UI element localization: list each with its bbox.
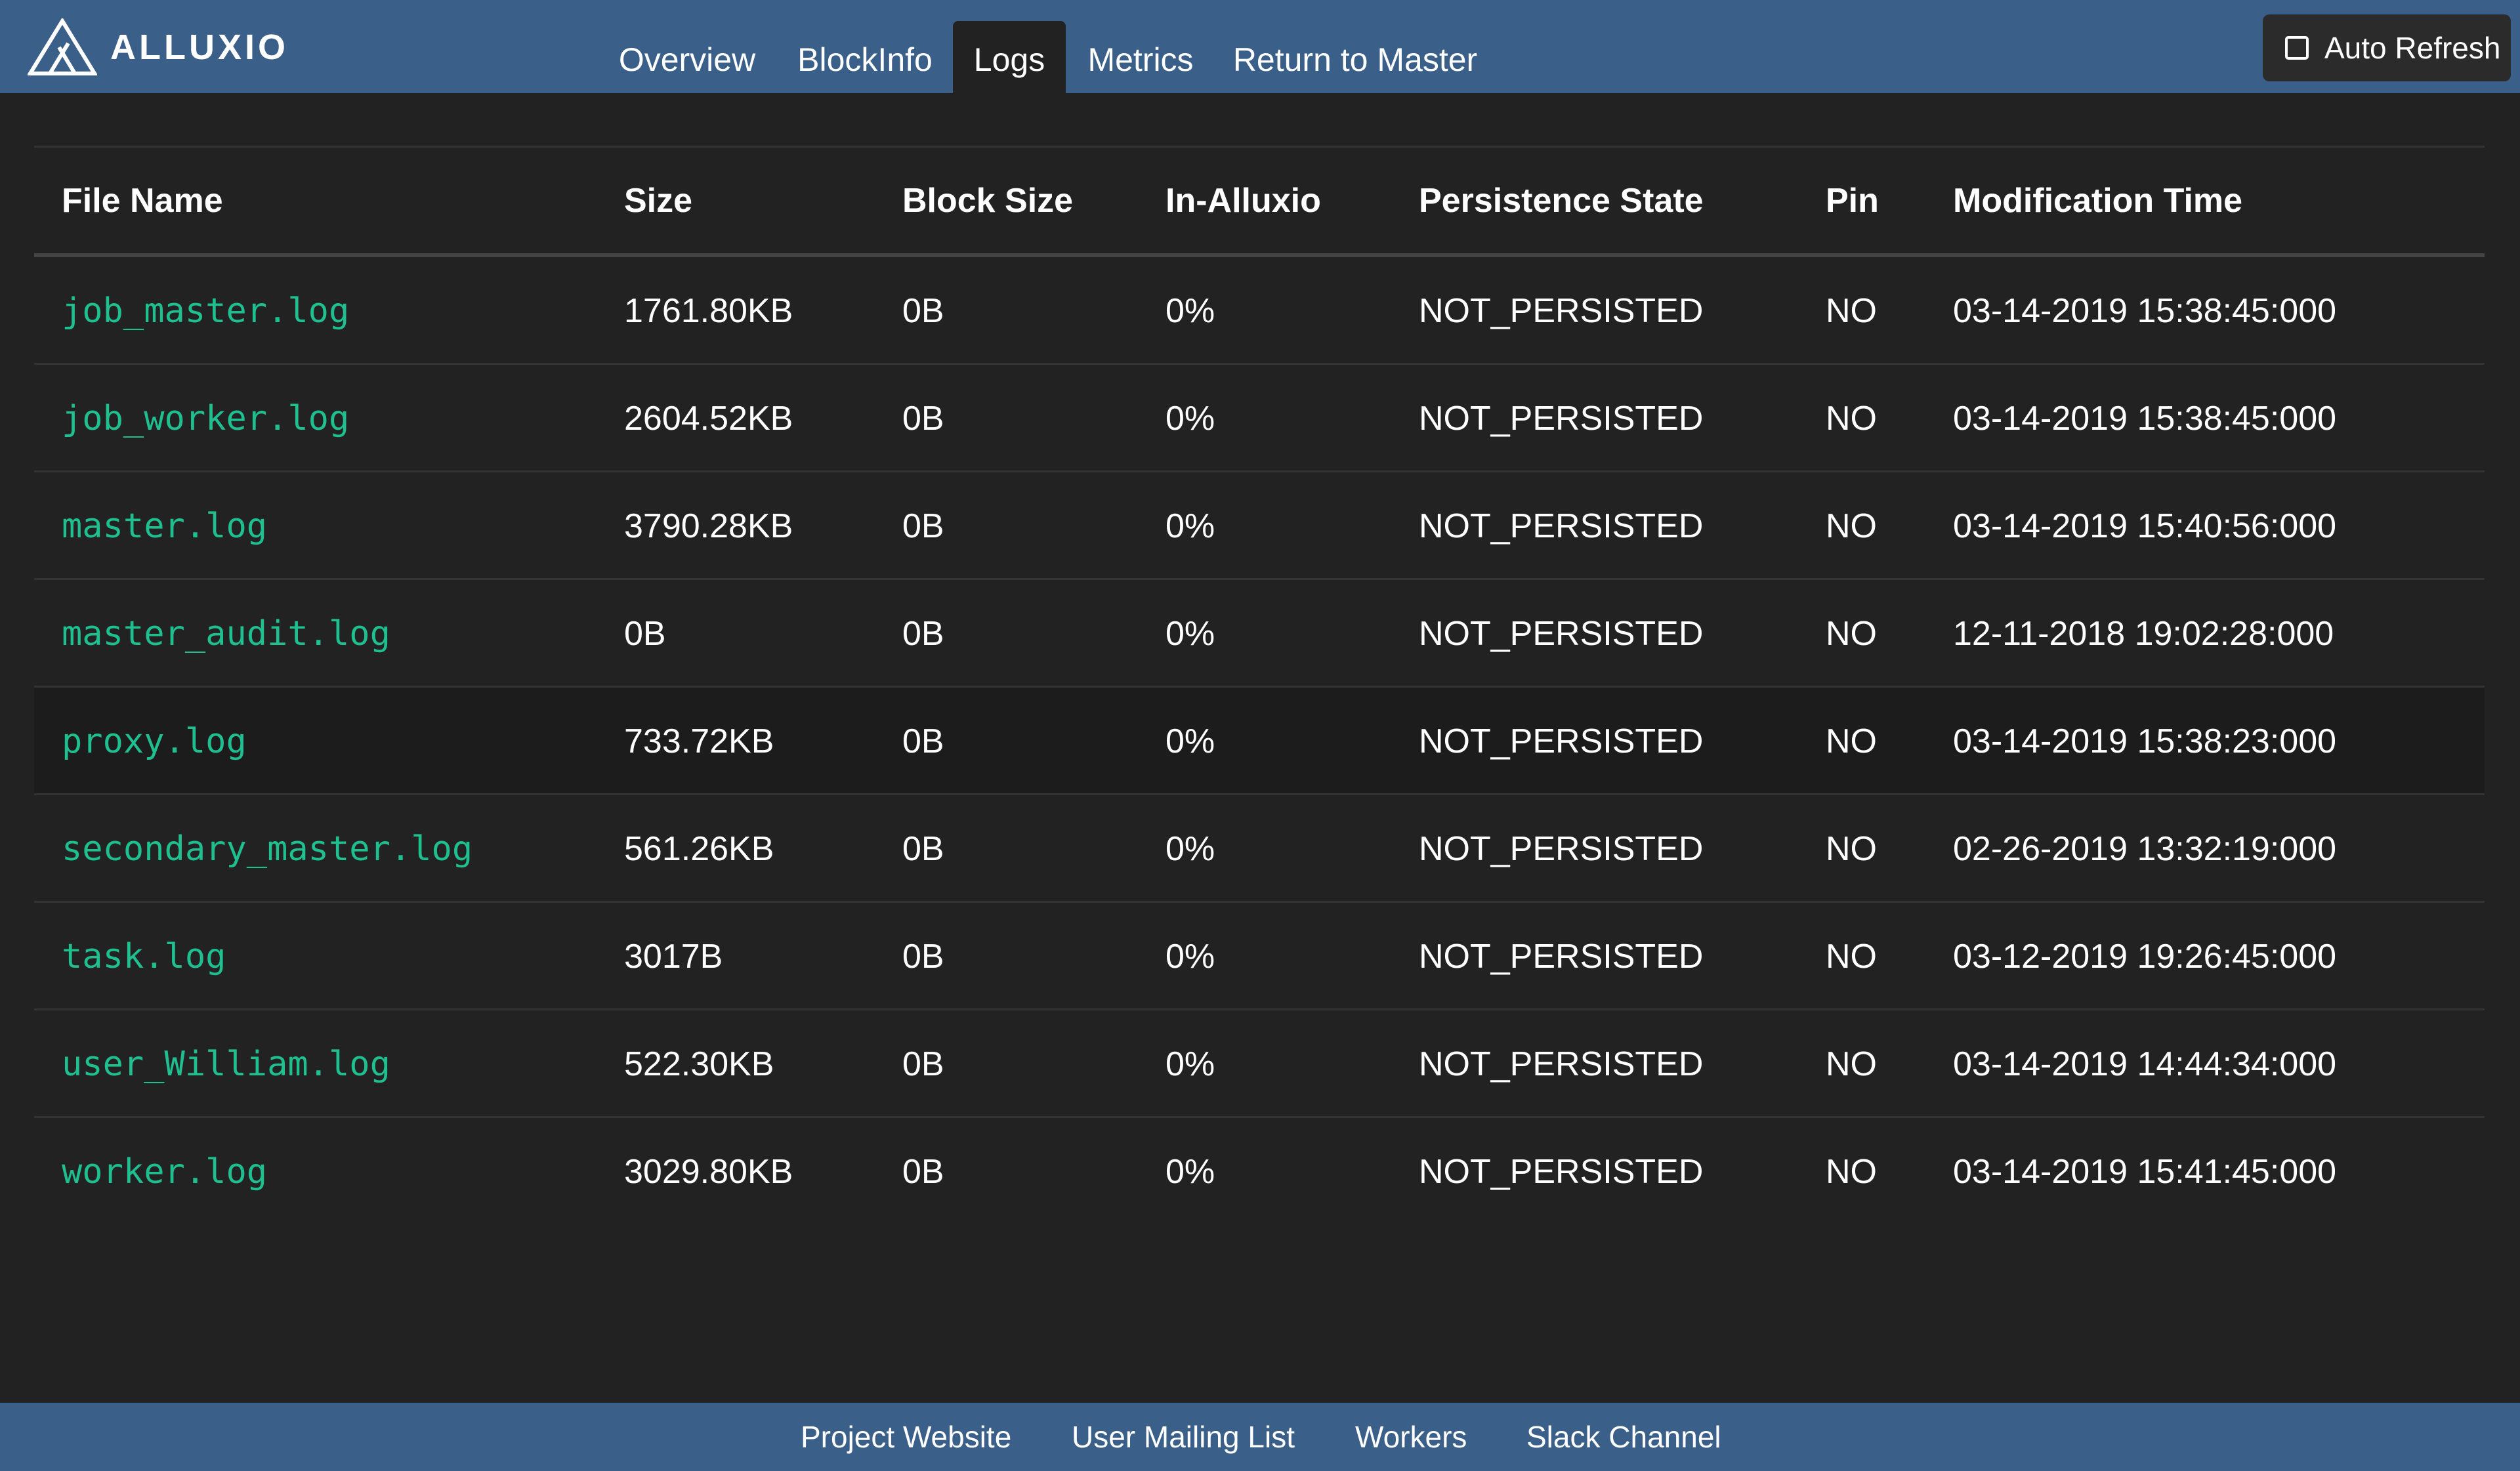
in-alluxio-percent: 0% bbox=[1166, 1045, 1215, 1083]
top-navbar: ALLUXIO Overview BlockInfo Logs Metrics … bbox=[0, 0, 2520, 93]
nav-metrics[interactable]: Metrics bbox=[1076, 21, 1205, 93]
file-name-link[interactable]: proxy.log bbox=[62, 688, 247, 795]
pin-status: NO bbox=[1826, 830, 1877, 868]
pin-status: NO bbox=[1826, 615, 1877, 653]
file-name-link[interactable]: worker.log bbox=[62, 1118, 267, 1226]
footer-link-workers[interactable]: Workers bbox=[1355, 1403, 1467, 1471]
alluxio-logo-icon bbox=[28, 18, 97, 75]
table-row: master.log 3790.28KB 0B 0% NOT_PERSISTED… bbox=[34, 472, 2485, 580]
nav-logs[interactable]: Logs bbox=[953, 21, 1066, 93]
pin-status: NO bbox=[1826, 292, 1877, 330]
header-file-name: File Name bbox=[62, 181, 223, 220]
pin-status: NO bbox=[1826, 507, 1877, 545]
in-alluxio-percent: 0% bbox=[1166, 615, 1215, 653]
header-block-size: Block Size bbox=[902, 181, 1074, 220]
footer-link-slack-channel[interactable]: Slack Channel bbox=[1526, 1403, 1721, 1471]
brand-name: ALLUXIO bbox=[110, 28, 289, 67]
persistence-state: NOT_PERSISTED bbox=[1419, 400, 1704, 438]
table-row: job_master.log 1761.80KB 0B 0% NOT_PERSI… bbox=[34, 257, 2485, 365]
modification-time: 02-26-2019 13:32:19:000 bbox=[1953, 830, 2337, 868]
footer-link-project-website[interactable]: Project Website bbox=[801, 1403, 1011, 1471]
block-size: 0B bbox=[902, 1045, 944, 1083]
pin-status: NO bbox=[1826, 1045, 1877, 1083]
modification-time: 03-14-2019 15:38:45:000 bbox=[1953, 400, 2337, 438]
modification-time: 03-14-2019 15:40:56:000 bbox=[1953, 507, 2337, 545]
pin-status: NO bbox=[1826, 400, 1877, 438]
file-name-link[interactable]: job_master.log bbox=[62, 257, 349, 365]
modification-time: 03-14-2019 14:44:34:000 bbox=[1953, 1045, 2337, 1083]
persistence-state: NOT_PERSISTED bbox=[1419, 938, 1704, 976]
persistence-state: NOT_PERSISTED bbox=[1419, 830, 1704, 868]
file-size: 3017B bbox=[624, 938, 723, 976]
in-alluxio-percent: 0% bbox=[1166, 938, 1215, 976]
table-row: secondary_master.log 561.26KB 0B 0% NOT_… bbox=[34, 795, 2485, 903]
file-size: 3790.28KB bbox=[624, 507, 793, 545]
header-persistence-state: Persistence State bbox=[1419, 181, 1704, 220]
header-in-alluxio: In-Alluxio bbox=[1166, 181, 1321, 220]
persistence-state: NOT_PERSISTED bbox=[1419, 292, 1704, 330]
table-row: master_audit.log 0B 0B 0% NOT_PERSISTED … bbox=[34, 580, 2485, 688]
file-name-link[interactable]: task.log bbox=[62, 903, 226, 1010]
block-size: 0B bbox=[902, 507, 944, 545]
header-modification-time: Modification Time bbox=[1953, 181, 2243, 220]
pin-status: NO bbox=[1826, 1153, 1877, 1191]
nav-blockinfo[interactable]: BlockInfo bbox=[788, 21, 942, 93]
file-size: 2604.52KB bbox=[624, 400, 793, 438]
file-name-link[interactable]: user_William.log bbox=[62, 1010, 390, 1118]
block-size: 0B bbox=[902, 400, 944, 438]
in-alluxio-percent: 0% bbox=[1166, 507, 1215, 545]
footer-bar: Project Website User Mailing List Worker… bbox=[0, 1403, 2520, 1471]
table-row: job_worker.log 2604.52KB 0B 0% NOT_PERSI… bbox=[34, 365, 2485, 472]
block-size: 0B bbox=[902, 615, 944, 653]
modification-time: 03-14-2019 15:41:45:000 bbox=[1953, 1153, 2337, 1191]
header-pin: Pin bbox=[1826, 181, 1879, 220]
persistence-state: NOT_PERSISTED bbox=[1419, 507, 1704, 545]
nav-return-to-master[interactable]: Return to Master bbox=[1221, 21, 1490, 93]
footer-link-user-mailing-list[interactable]: User Mailing List bbox=[1072, 1403, 1295, 1471]
table-row: worker.log 3029.80KB 0B 0% NOT_PERSISTED… bbox=[34, 1118, 2485, 1226]
file-name-link[interactable]: secondary_master.log bbox=[62, 795, 472, 903]
block-size: 0B bbox=[902, 1153, 944, 1191]
table-row: task.log 3017B 0B 0% NOT_PERSISTED NO 03… bbox=[34, 903, 2485, 1010]
in-alluxio-percent: 0% bbox=[1166, 400, 1215, 438]
file-size: 522.30KB bbox=[624, 1045, 774, 1083]
file-name-link[interactable]: master.log bbox=[62, 472, 267, 580]
modification-time: 03-12-2019 19:26:45:000 bbox=[1953, 938, 2337, 976]
file-size: 733.72KB bbox=[624, 722, 774, 760]
table-row: proxy.log 733.72KB 0B 0% NOT_PERSISTED N… bbox=[34, 688, 2485, 795]
persistence-state: NOT_PERSISTED bbox=[1419, 1045, 1704, 1083]
file-size: 561.26KB bbox=[624, 830, 774, 868]
persistence-state: NOT_PERSISTED bbox=[1419, 1153, 1704, 1191]
file-name-link[interactable]: master_audit.log bbox=[62, 580, 390, 688]
modification-time: 12-11-2018 19:02:28:000 bbox=[1953, 615, 2334, 653]
modification-time: 03-14-2019 15:38:23:000 bbox=[1953, 722, 2337, 760]
persistence-state: NOT_PERSISTED bbox=[1419, 615, 1704, 653]
log-files-table: File Name Size Block Size In-Alluxio Per… bbox=[34, 146, 2485, 1226]
pin-status: NO bbox=[1826, 722, 1877, 760]
auto-refresh-checkbox[interactable] bbox=[2285, 36, 2309, 60]
pin-status: NO bbox=[1826, 938, 1877, 976]
in-alluxio-percent: 0% bbox=[1166, 1153, 1215, 1191]
file-size: 1761.80KB bbox=[624, 292, 793, 330]
in-alluxio-percent: 0% bbox=[1166, 722, 1215, 760]
nav-overview[interactable]: Overview bbox=[605, 21, 769, 93]
file-name-link[interactable]: job_worker.log bbox=[62, 365, 349, 472]
brand-logo[interactable]: ALLUXIO bbox=[28, 18, 289, 76]
persistence-state: NOT_PERSISTED bbox=[1419, 722, 1704, 760]
auto-refresh-label: Auto Refresh bbox=[2324, 31, 2501, 65]
block-size: 0B bbox=[902, 830, 944, 868]
table-header-row: File Name Size Block Size In-Alluxio Per… bbox=[34, 148, 2485, 257]
block-size: 0B bbox=[902, 938, 944, 976]
table-row: user_William.log 522.30KB 0B 0% NOT_PERS… bbox=[34, 1010, 2485, 1118]
in-alluxio-percent: 0% bbox=[1166, 830, 1215, 868]
file-size: 0B bbox=[624, 615, 666, 653]
auto-refresh-toggle[interactable]: Auto Refresh bbox=[2263, 14, 2511, 81]
block-size: 0B bbox=[902, 722, 944, 760]
in-alluxio-percent: 0% bbox=[1166, 292, 1215, 330]
file-size: 3029.80KB bbox=[624, 1153, 793, 1191]
modification-time: 03-14-2019 15:38:45:000 bbox=[1953, 292, 2337, 330]
block-size: 0B bbox=[902, 292, 944, 330]
header-size: Size bbox=[624, 181, 693, 220]
